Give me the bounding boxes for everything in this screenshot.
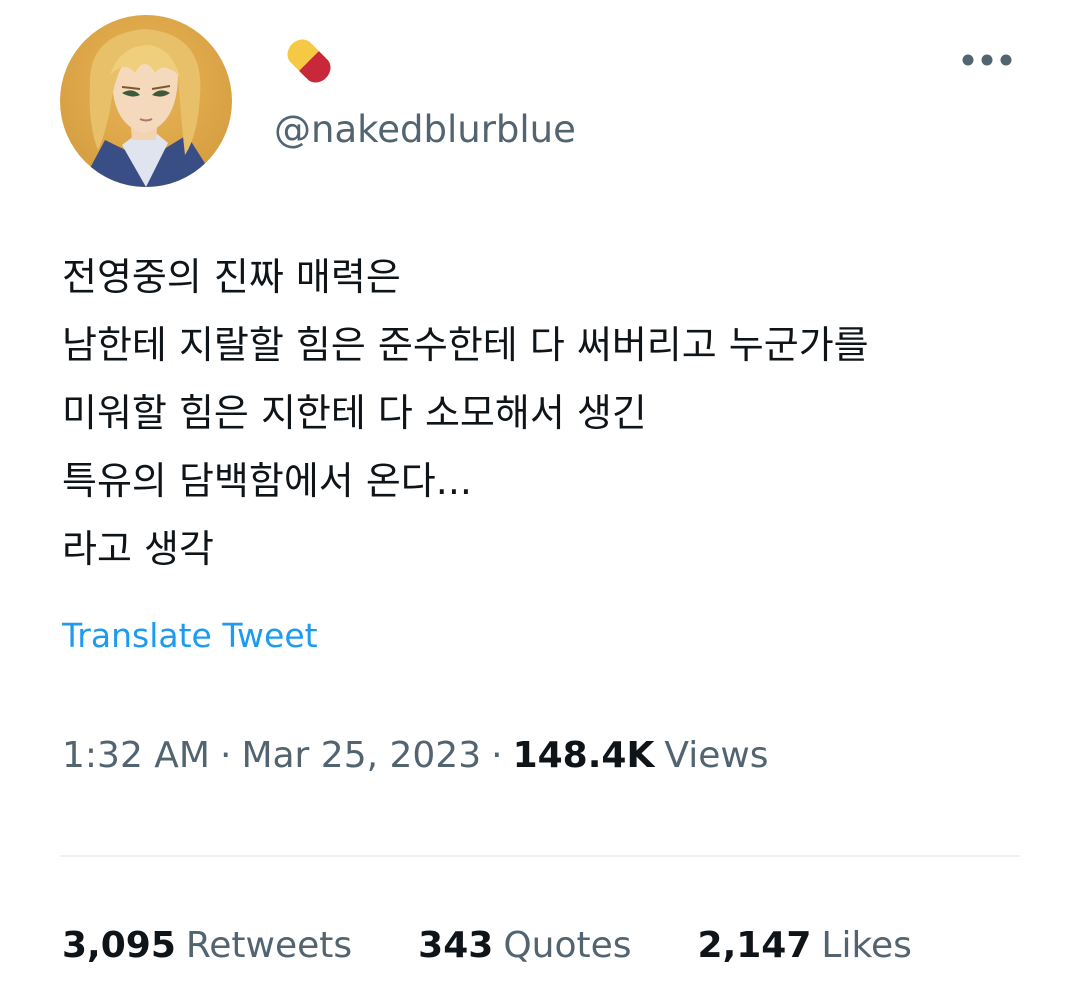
avatar-image: [60, 15, 232, 187]
more-horizontal-icon: [962, 54, 1012, 66]
tweet-line: 라고 생각: [62, 527, 214, 571]
tweet-text: 전영중의 진짜 매력은 남한테 지랄할 힘은 준수한테 다 써버리고 누군가를 …: [62, 243, 1042, 583]
divider: [60, 855, 1020, 857]
engagement-stats: 3,095 Retweets 343 Quotes 2,147 Likes: [62, 925, 978, 966]
quotes-count: 343: [418, 925, 494, 966]
retweets-label: Retweets: [185, 925, 353, 966]
quotes-label: Quotes: [503, 925, 632, 966]
likes-label: Likes: [821, 925, 912, 966]
quotes-stat[interactable]: 343 Quotes: [418, 925, 631, 966]
pill-emoji: [273, 25, 345, 97]
profile-avatar[interactable]: [60, 15, 232, 187]
more-options-button[interactable]: [950, 35, 1020, 85]
author-handle[interactable]: @nakedblurblue: [274, 108, 576, 151]
tweet-line: 남한테 지랄할 힘은 준수한테 다 써버리고 누군가를: [62, 323, 869, 367]
tweet-line: 전영중의 진짜 매력은: [62, 255, 401, 299]
translate-tweet-link[interactable]: Translate Tweet: [62, 616, 318, 655]
tweet-meta: 1:32 AM · Mar 25, 2023 · 148.4K Views: [62, 735, 769, 776]
retweets-stat[interactable]: 3,095 Retweets: [62, 925, 352, 966]
views-label: Views: [664, 735, 769, 776]
meta-separator: ·: [219, 735, 232, 776]
tweet-line: 특유의 담백함에서 온다...: [62, 459, 472, 503]
views-count: 148.4K: [512, 735, 655, 776]
likes-count: 2,147: [697, 925, 812, 966]
retweets-count: 3,095: [62, 925, 176, 966]
tweet-time[interactable]: 1:32 AM: [62, 735, 210, 776]
likes-stat[interactable]: 2,147 Likes: [698, 925, 912, 966]
tweet-line: 미워할 힘은 지한테 다 소모해서 생긴: [62, 391, 647, 435]
meta-separator: ·: [491, 735, 503, 776]
tweet-date[interactable]: Mar 25, 2023: [241, 735, 481, 776]
